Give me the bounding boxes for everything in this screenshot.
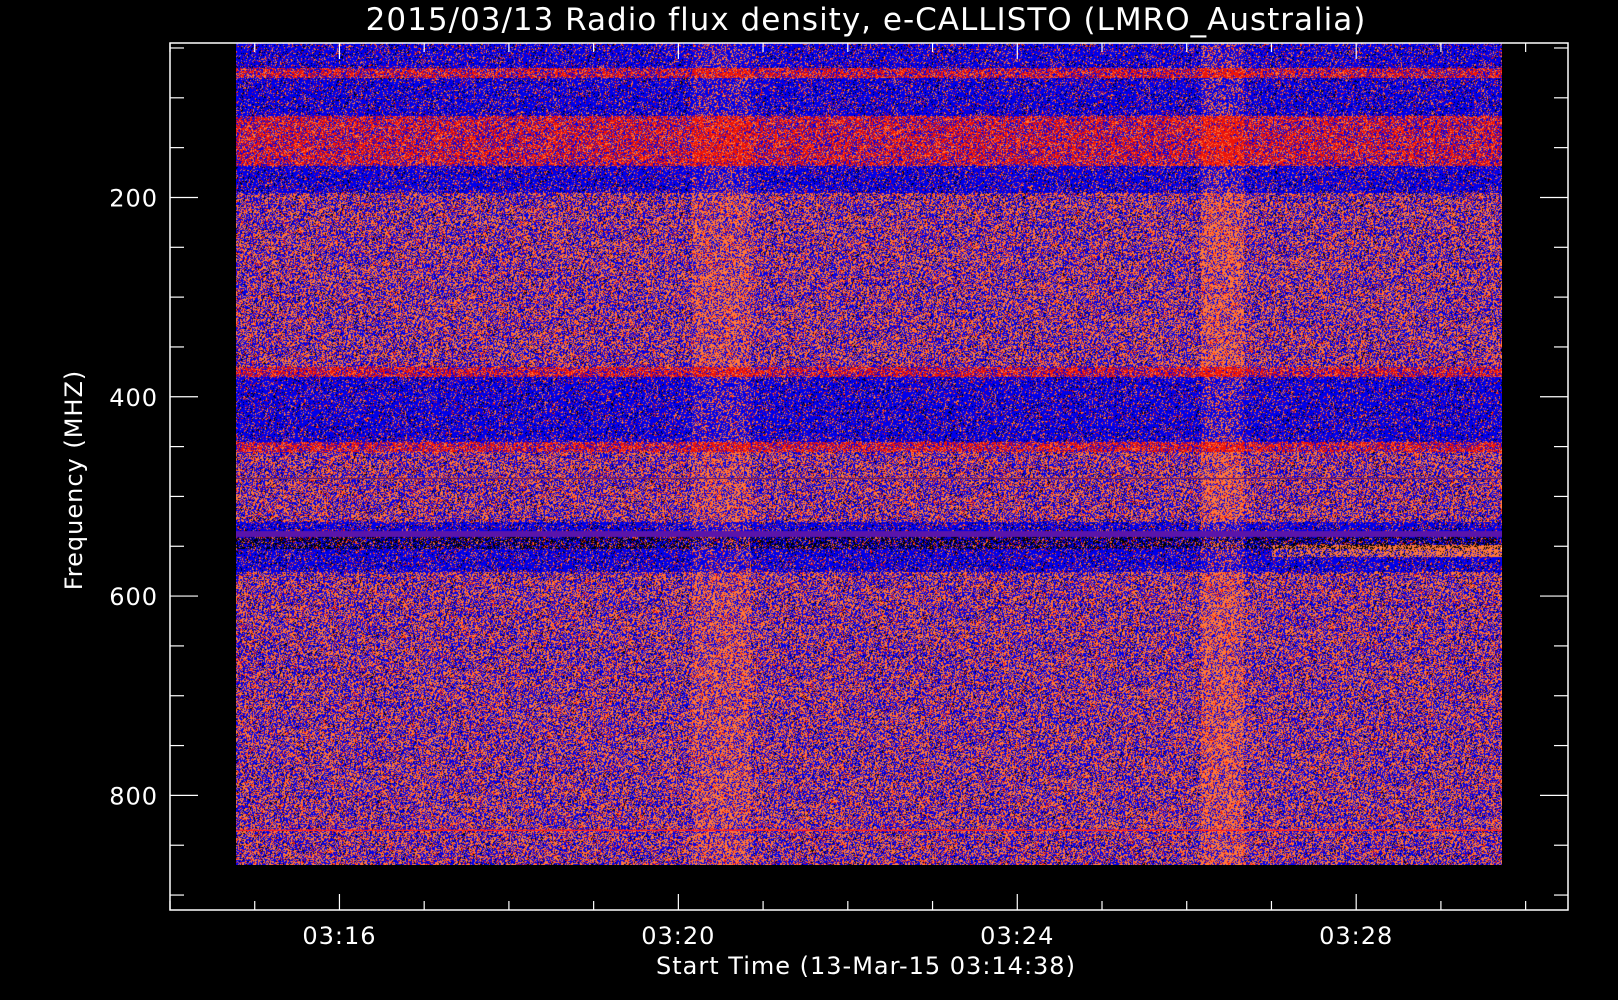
x-tick-label: 03:16 [302, 922, 376, 950]
x-tick-label: 03:20 [641, 922, 715, 950]
spectrogram-chart: 2015/03/13 Radio flux density, e-CALLIST… [60, 2, 1569, 980]
heatmap-image [236, 43, 1502, 865]
y-tick-label: 600 [109, 583, 158, 611]
y-tick-label: 400 [109, 384, 158, 412]
chart-container: 2015/03/13 Radio flux density, e-CALLIST… [0, 0, 1618, 1000]
y-tick-label: 800 [109, 782, 158, 810]
x-axis-label: Start Time (13-Mar-15 03:14:38) [656, 952, 1076, 980]
x-tick-label: 03:24 [980, 922, 1054, 950]
plot-area [236, 43, 1502, 865]
y-axis-label: Frequency (MHZ) [60, 370, 88, 591]
x-tick-label: 03:28 [1319, 922, 1393, 950]
y-tick-label: 200 [109, 184, 158, 212]
chart-title: 2015/03/13 Radio flux density, e-CALLIST… [366, 2, 1367, 38]
